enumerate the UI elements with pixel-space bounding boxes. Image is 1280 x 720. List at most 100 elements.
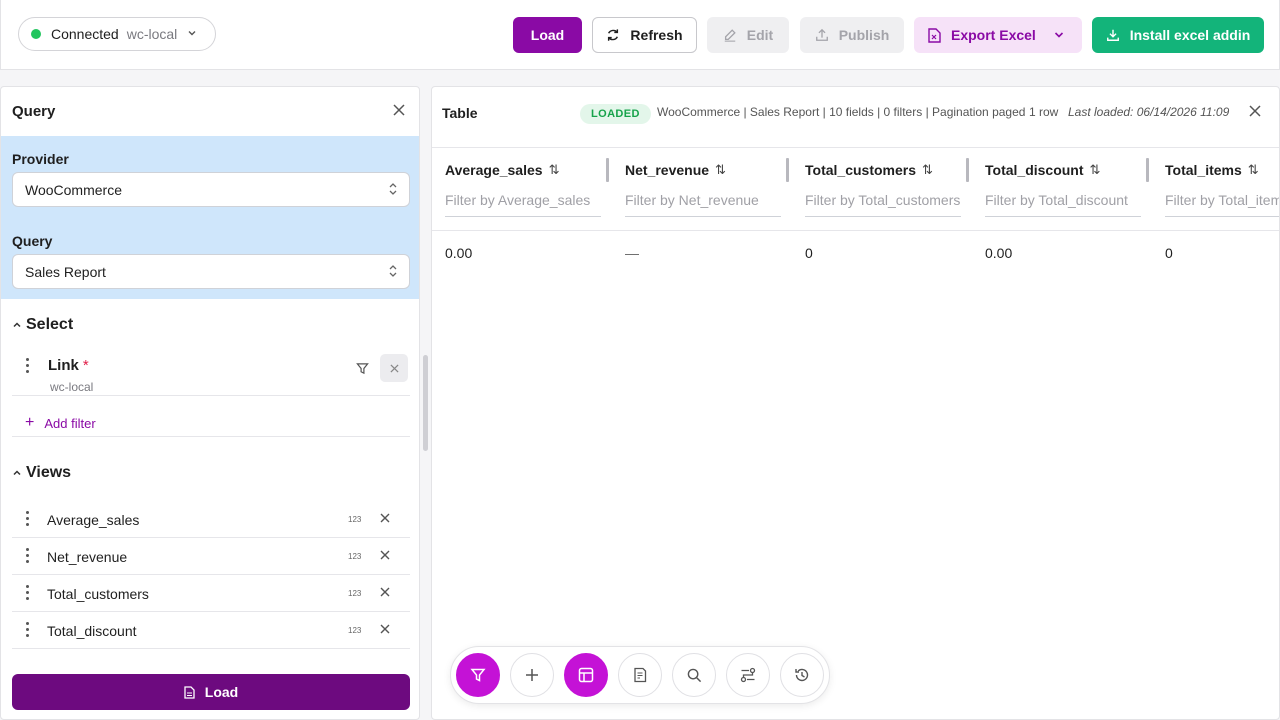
chevron-down-icon bbox=[187, 28, 197, 41]
download-icon bbox=[1106, 29, 1119, 41]
column-name: Total_items bbox=[1165, 162, 1242, 178]
install-excel-addin-button[interactable]: Install excel addin bbox=[1092, 17, 1264, 53]
drag-handle-icon[interactable] bbox=[26, 548, 30, 566]
search-button[interactable] bbox=[672, 653, 716, 697]
file-excel-icon bbox=[928, 27, 941, 43]
view-item-name: Total_customers bbox=[47, 586, 149, 602]
view-item[interactable]: Total_discount 123 bbox=[12, 612, 410, 649]
top-toolbar: Connected wc-local Load Refresh Edit Pub… bbox=[0, 0, 1280, 70]
sort-icon[interactable]: ⇅ bbox=[1090, 162, 1101, 178]
column-title: Total_discount ⇅ bbox=[985, 162, 1100, 178]
publish-button[interactable]: Publish bbox=[800, 17, 904, 53]
flow-button[interactable] bbox=[726, 653, 770, 697]
status-badge: LOADED bbox=[580, 104, 651, 124]
column-filter-input[interactable]: Filter by Total_discount bbox=[985, 186, 1141, 217]
number-type-icon: 123 bbox=[348, 552, 362, 561]
remove-view-icon[interactable] bbox=[380, 547, 390, 563]
close-icon[interactable] bbox=[1249, 104, 1261, 120]
filter-icon[interactable] bbox=[356, 362, 369, 375]
view-item[interactable]: Average_sales 123 bbox=[12, 501, 410, 538]
remove-view-icon[interactable] bbox=[380, 621, 390, 637]
filter-item-link[interactable]: Link * wc-local bbox=[12, 353, 410, 396]
query-label: Query bbox=[12, 233, 53, 249]
add-button[interactable] bbox=[510, 653, 554, 697]
history-button[interactable] bbox=[780, 653, 824, 697]
column-filter-input[interactable]: Filter by Total_customers bbox=[805, 186, 961, 217]
divider bbox=[12, 436, 410, 437]
view-item-name: Average_sales bbox=[47, 512, 140, 528]
export-excel-button[interactable]: Export Excel bbox=[914, 17, 1082, 53]
connection-name: wc-local bbox=[126, 26, 178, 42]
panel-resize-handle[interactable] bbox=[423, 355, 428, 451]
column-header[interactable]: Average_sales ⇅ Filter by Average_sales bbox=[432, 148, 612, 230]
refresh-button[interactable]: Refresh bbox=[592, 17, 697, 53]
chevron-up-icon bbox=[13, 470, 21, 476]
query-select[interactable]: Sales Report bbox=[12, 254, 410, 289]
floating-toolbar bbox=[450, 646, 830, 704]
table-panel: Table LOADED WooCommerce | Sales Report … bbox=[431, 86, 1280, 720]
sort-icon[interactable]: ⇅ bbox=[1248, 162, 1259, 178]
drag-handle-icon[interactable] bbox=[26, 511, 30, 529]
remove-view-icon[interactable] bbox=[380, 584, 390, 600]
report-button[interactable] bbox=[618, 653, 662, 697]
column-header[interactable]: Net_revenue ⇅ Filter by Net_revenue bbox=[612, 148, 792, 230]
table-cell[interactable]: 0.00 bbox=[985, 245, 1012, 261]
table-cell[interactable]: 0.00 bbox=[445, 245, 472, 261]
column-resize-handle[interactable] bbox=[966, 158, 969, 182]
table-cell[interactable]: — bbox=[625, 245, 639, 261]
column-resize-handle[interactable] bbox=[1146, 158, 1149, 182]
flow-icon bbox=[740, 667, 756, 683]
drag-handle-icon[interactable] bbox=[26, 358, 30, 376]
load-query-button[interactable]: Load bbox=[12, 674, 410, 710]
add-filter-button[interactable]: + Add filter bbox=[25, 414, 96, 432]
select-section-header[interactable]: Select bbox=[12, 316, 73, 334]
table-panel-title: Table bbox=[442, 105, 478, 121]
column-header[interactable]: Total_customers ⇅ Filter by Total_custome… bbox=[792, 148, 972, 230]
sort-icon[interactable]: ⇅ bbox=[715, 162, 726, 178]
connection-status: Connected bbox=[51, 26, 119, 42]
filter-item-value: wc-local bbox=[50, 380, 94, 394]
export-menu-chevron-icon[interactable] bbox=[1046, 17, 1082, 53]
column-resize-handle[interactable] bbox=[786, 158, 789, 182]
view-item[interactable]: Net_revenue 123 bbox=[12, 538, 410, 575]
view-item-name: Total_discount bbox=[47, 623, 137, 639]
view-item-name: Net_revenue bbox=[47, 549, 128, 565]
drag-handle-icon[interactable] bbox=[26, 585, 30, 603]
remove-view-icon[interactable] bbox=[380, 510, 390, 526]
edit-button-label: Edit bbox=[746, 27, 774, 43]
column-name: Total_discount bbox=[985, 162, 1084, 178]
column-filter-input[interactable]: Filter by Net_revenue bbox=[625, 186, 781, 217]
document-icon bbox=[184, 685, 195, 699]
views-section-header[interactable]: Views bbox=[12, 464, 71, 482]
sort-icon[interactable]: ⇅ bbox=[922, 162, 933, 178]
column-header[interactable]: Total_items ⇅ Filter by Total_items bbox=[1152, 148, 1279, 230]
drag-handle-icon[interactable] bbox=[26, 622, 30, 640]
add-filter-label: Add filter bbox=[44, 415, 96, 431]
close-icon[interactable] bbox=[393, 103, 405, 120]
query-panel-title: Query bbox=[12, 103, 56, 120]
view-item[interactable]: Total_customers 123 bbox=[12, 575, 410, 612]
load-button[interactable]: Load bbox=[513, 17, 582, 53]
sort-icon[interactable]: ⇅ bbox=[549, 162, 560, 178]
edit-icon bbox=[724, 29, 736, 42]
edit-button[interactable]: Edit bbox=[707, 17, 789, 53]
column-header[interactable]: Total_discount ⇅ Filter by Total_discount bbox=[972, 148, 1152, 230]
column-filter-input[interactable]: Filter by Total_items bbox=[1165, 186, 1279, 217]
table-meta: WooCommerce | Sales Report | 10 fields |… bbox=[657, 105, 1026, 119]
chevron-updown-icon bbox=[389, 183, 397, 195]
plus-icon bbox=[526, 669, 538, 681]
remove-filter-button[interactable] bbox=[380, 354, 408, 382]
table-cell[interactable]: 0 bbox=[805, 245, 813, 261]
table-view-button[interactable] bbox=[564, 653, 608, 697]
provider-value: WooCommerce bbox=[25, 181, 122, 198]
number-type-icon: 123 bbox=[348, 589, 362, 598]
filter-toggle-button[interactable] bbox=[456, 653, 500, 697]
load-query-label: Load bbox=[204, 684, 239, 700]
provider-select[interactable]: WooCommerce bbox=[12, 172, 410, 207]
connection-selector[interactable]: Connected wc-local bbox=[18, 17, 216, 51]
connected-status-dot bbox=[31, 29, 41, 39]
column-filter-input[interactable]: Filter by Average_sales bbox=[445, 186, 601, 217]
query-panel-header: Query bbox=[1, 87, 419, 136]
table-cell[interactable]: 0 bbox=[1165, 245, 1173, 261]
column-resize-handle[interactable] bbox=[606, 158, 609, 182]
